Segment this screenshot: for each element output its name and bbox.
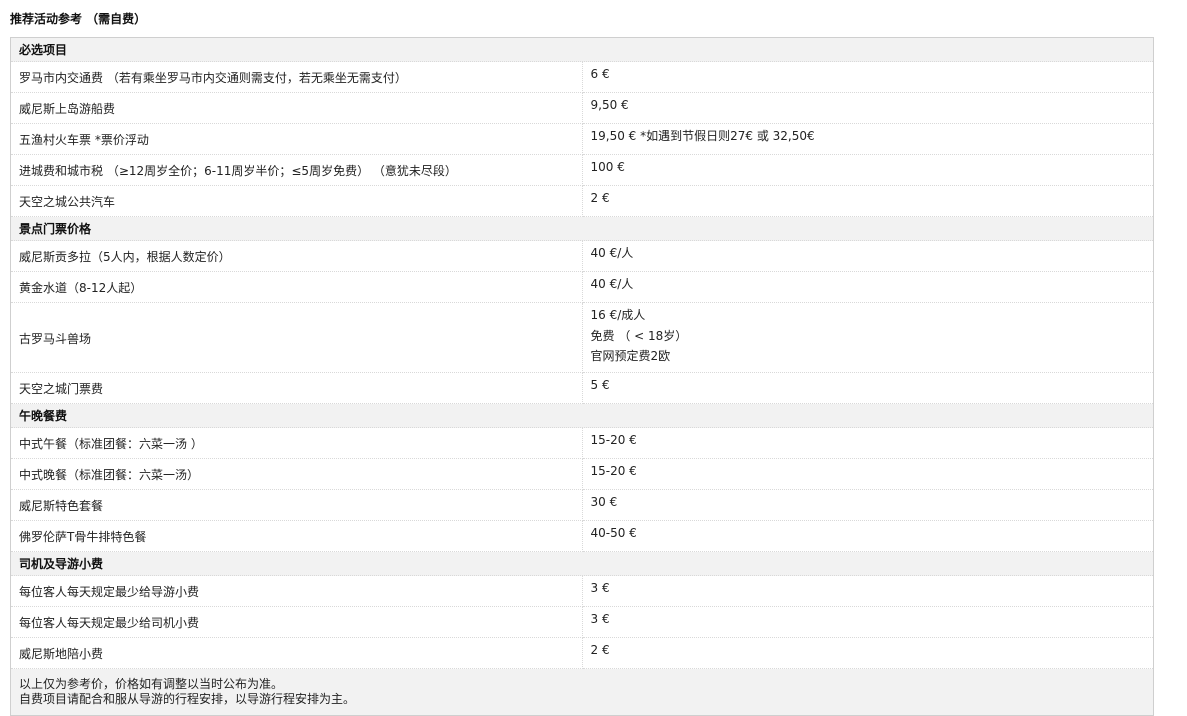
item-name: 威尼斯贡多拉（5人内，根据人数定价）: [11, 240, 583, 272]
table-row: 威尼斯特色套餐 30 €: [11, 489, 1153, 521]
section-header: 景点门票价格: [11, 216, 1153, 241]
table-row: 罗马市内交通费 （若有乘坐罗马市内交通则需支付，若无乘坐无需支付） 6 €: [11, 61, 1153, 93]
item-name: 天空之城公共汽车: [11, 185, 583, 217]
item-price: 5 €: [582, 372, 1153, 404]
table-row: 古罗马斗兽场 16 €/成人 免费 （ < 18岁） 官网预定费2欧: [11, 302, 1153, 373]
table-row: 每位客人每天规定最少给司机小费 3 €: [11, 606, 1153, 638]
section-header: 午晚餐费: [11, 403, 1153, 428]
item-price: 15-20 €: [582, 427, 1153, 459]
item-price: 30 €: [582, 489, 1153, 521]
item-price: 19,50 € *如遇到节假日则27€ 或 32,50€: [582, 123, 1153, 155]
item-price: 3 €: [582, 606, 1153, 638]
item-price: 2 €: [582, 637, 1153, 669]
table-row: 五渔村火车票 *票价浮动 19,50 € *如遇到节假日则27€ 或 32,50…: [11, 123, 1153, 155]
price-line: 免费 （ < 18岁）: [590, 328, 688, 343]
page-title: 推荐活动参考 （需自费）: [10, 12, 147, 26]
table-row: 威尼斯上岛游船费 9,50 €: [11, 92, 1153, 124]
item-price: 9,50 €: [582, 92, 1153, 124]
section-title: 景点门票价格: [11, 216, 1153, 241]
item-name: 佛罗伦萨T骨牛排特色餐: [11, 520, 583, 552]
table-row: 黄金水道（8-12人起） 40 €/人: [11, 271, 1153, 303]
section-title: 午晚餐费: [11, 403, 1153, 428]
table-row: 中式午餐（标准团餐：六菜一汤 ） 15-20 €: [11, 427, 1153, 459]
item-name: 中式晚餐（标准团餐：六菜一汤）: [11, 458, 583, 490]
footer-note: 自费项目请配合和服从导游的行程安排，以导游行程安排为主。: [19, 692, 356, 706]
item-name: 威尼斯地陪小费: [11, 637, 583, 669]
item-name: 天空之城门票费: [11, 372, 583, 404]
table-row: 佛罗伦萨T骨牛排特色餐 40-50 €: [11, 520, 1153, 552]
section-title: 司机及导游小费: [11, 551, 1153, 576]
table-row: 天空之城门票费 5 €: [11, 372, 1153, 404]
table-row: 天空之城公共汽车 2 €: [11, 185, 1153, 217]
item-name: 罗马市内交通费 （若有乘坐罗马市内交通则需支付，若无乘坐无需支付）: [11, 61, 583, 93]
item-name: 五渔村火车票 *票价浮动: [11, 123, 583, 155]
item-price: 6 €: [582, 61, 1153, 93]
item-price: 40-50 €: [582, 520, 1153, 552]
item-price: 40 €/人: [582, 240, 1153, 272]
table-row: 中式晚餐（标准团餐：六菜一汤） 15-20 €: [11, 458, 1153, 490]
item-price: 40 €/人: [582, 271, 1153, 303]
price-table: 必选项目 罗马市内交通费 （若有乘坐罗马市内交通则需支付，若无乘坐无需支付） 6…: [10, 37, 1154, 716]
price-line: 官网预定费2欧: [590, 349, 671, 363]
section-header: 必选项目: [11, 38, 1153, 62]
item-name: 每位客人每天规定最少给导游小费: [11, 575, 583, 607]
price-line: 16 €/成人: [590, 308, 646, 322]
section-title: 必选项目: [11, 38, 1153, 62]
table-row: 威尼斯地陪小费 2 €: [11, 637, 1153, 669]
item-price: 15-20 €: [582, 458, 1153, 490]
item-name: 威尼斯特色套餐: [11, 489, 583, 521]
item-price: 2 €: [582, 185, 1153, 217]
table-row: 进城费和城市税 （≥12周岁全价；6-11周岁半价；≤5周岁免费） （意犹未尽段…: [11, 154, 1153, 186]
item-name: 每位客人每天规定最少给司机小费: [11, 606, 583, 638]
footer-note: 以上仅为参考价，价格如有调整以当时公布为准。: [19, 677, 284, 691]
item-price: 100 €: [582, 154, 1153, 186]
table-row: 每位客人每天规定最少给导游小费 3 €: [11, 575, 1153, 607]
item-name: 中式午餐（标准团餐：六菜一汤 ）: [11, 427, 583, 459]
item-name: 黄金水道（8-12人起）: [11, 271, 583, 303]
item-price: 16 €/成人 免费 （ < 18岁） 官网预定费2欧: [582, 302, 1153, 373]
section-header: 司机及导游小费: [11, 551, 1153, 576]
footer-notes: 以上仅为参考价，价格如有调整以当时公布为准。 自费项目请配合和服从导游的行程安排…: [11, 668, 1153, 715]
item-name: 古罗马斗兽场: [11, 302, 583, 373]
item-name: 威尼斯上岛游船费: [11, 92, 583, 124]
item-name: 进城费和城市税 （≥12周岁全价；6-11周岁半价；≤5周岁免费） （意犹未尽段…: [11, 154, 583, 186]
item-price: 3 €: [582, 575, 1153, 607]
table-row: 威尼斯贡多拉（5人内，根据人数定价） 40 €/人: [11, 240, 1153, 272]
